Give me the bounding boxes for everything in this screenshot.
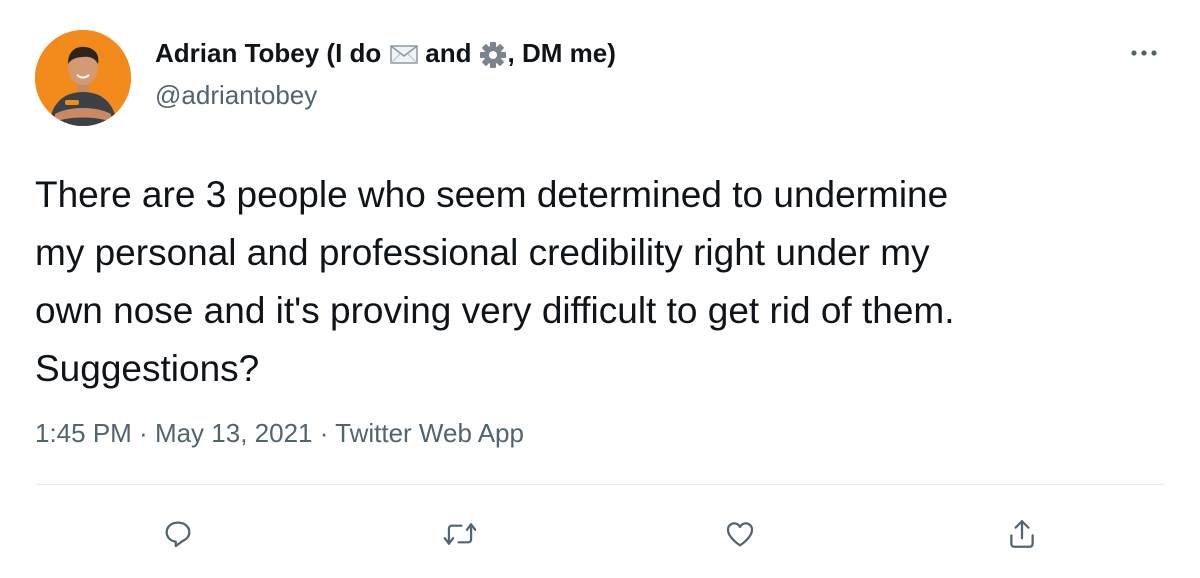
meta-separator: · xyxy=(312,418,336,448)
reply-button[interactable] xyxy=(158,514,198,554)
like-button[interactable] xyxy=(720,514,760,554)
meta-separator: · xyxy=(131,418,155,448)
like-icon xyxy=(726,522,754,547)
display-name-middle: and xyxy=(425,38,472,68)
reply-icon xyxy=(165,521,191,548)
display-name[interactable]: Adrian Tobey (I do and , DM me) xyxy=(155,38,616,69)
envelope-icon xyxy=(389,41,419,67)
tweet-meta: 1:45 PM · May 13, 2021 · Twitter Web App xyxy=(35,418,524,449)
share-icon xyxy=(1010,520,1034,548)
user-handle[interactable]: @adriantobey xyxy=(155,80,317,111)
display-name-prefix: Adrian Tobey (I do xyxy=(155,38,382,68)
more-options-button[interactable] xyxy=(1124,38,1164,68)
tweet-card: Adrian Tobey (I do and , DM me) @adriant… xyxy=(0,0,1200,578)
more-dots-icon xyxy=(1131,50,1157,56)
share-button[interactable] xyxy=(1002,514,1042,554)
gear-icon xyxy=(478,41,508,68)
retweet-button[interactable] xyxy=(440,514,480,554)
tweet-text: There are 3 people who seem determined t… xyxy=(35,174,955,389)
avatar[interactable] xyxy=(35,30,131,126)
tweet-source[interactable]: Twitter Web App xyxy=(335,418,524,448)
tweet-time[interactable]: 1:45 PM xyxy=(35,418,132,448)
tweet-date[interactable]: May 13, 2021 xyxy=(155,418,313,448)
divider xyxy=(35,484,1165,485)
retweet-icon xyxy=(443,523,477,545)
display-name-suffix: , DM me) xyxy=(507,38,616,68)
avatar-image xyxy=(35,30,131,126)
